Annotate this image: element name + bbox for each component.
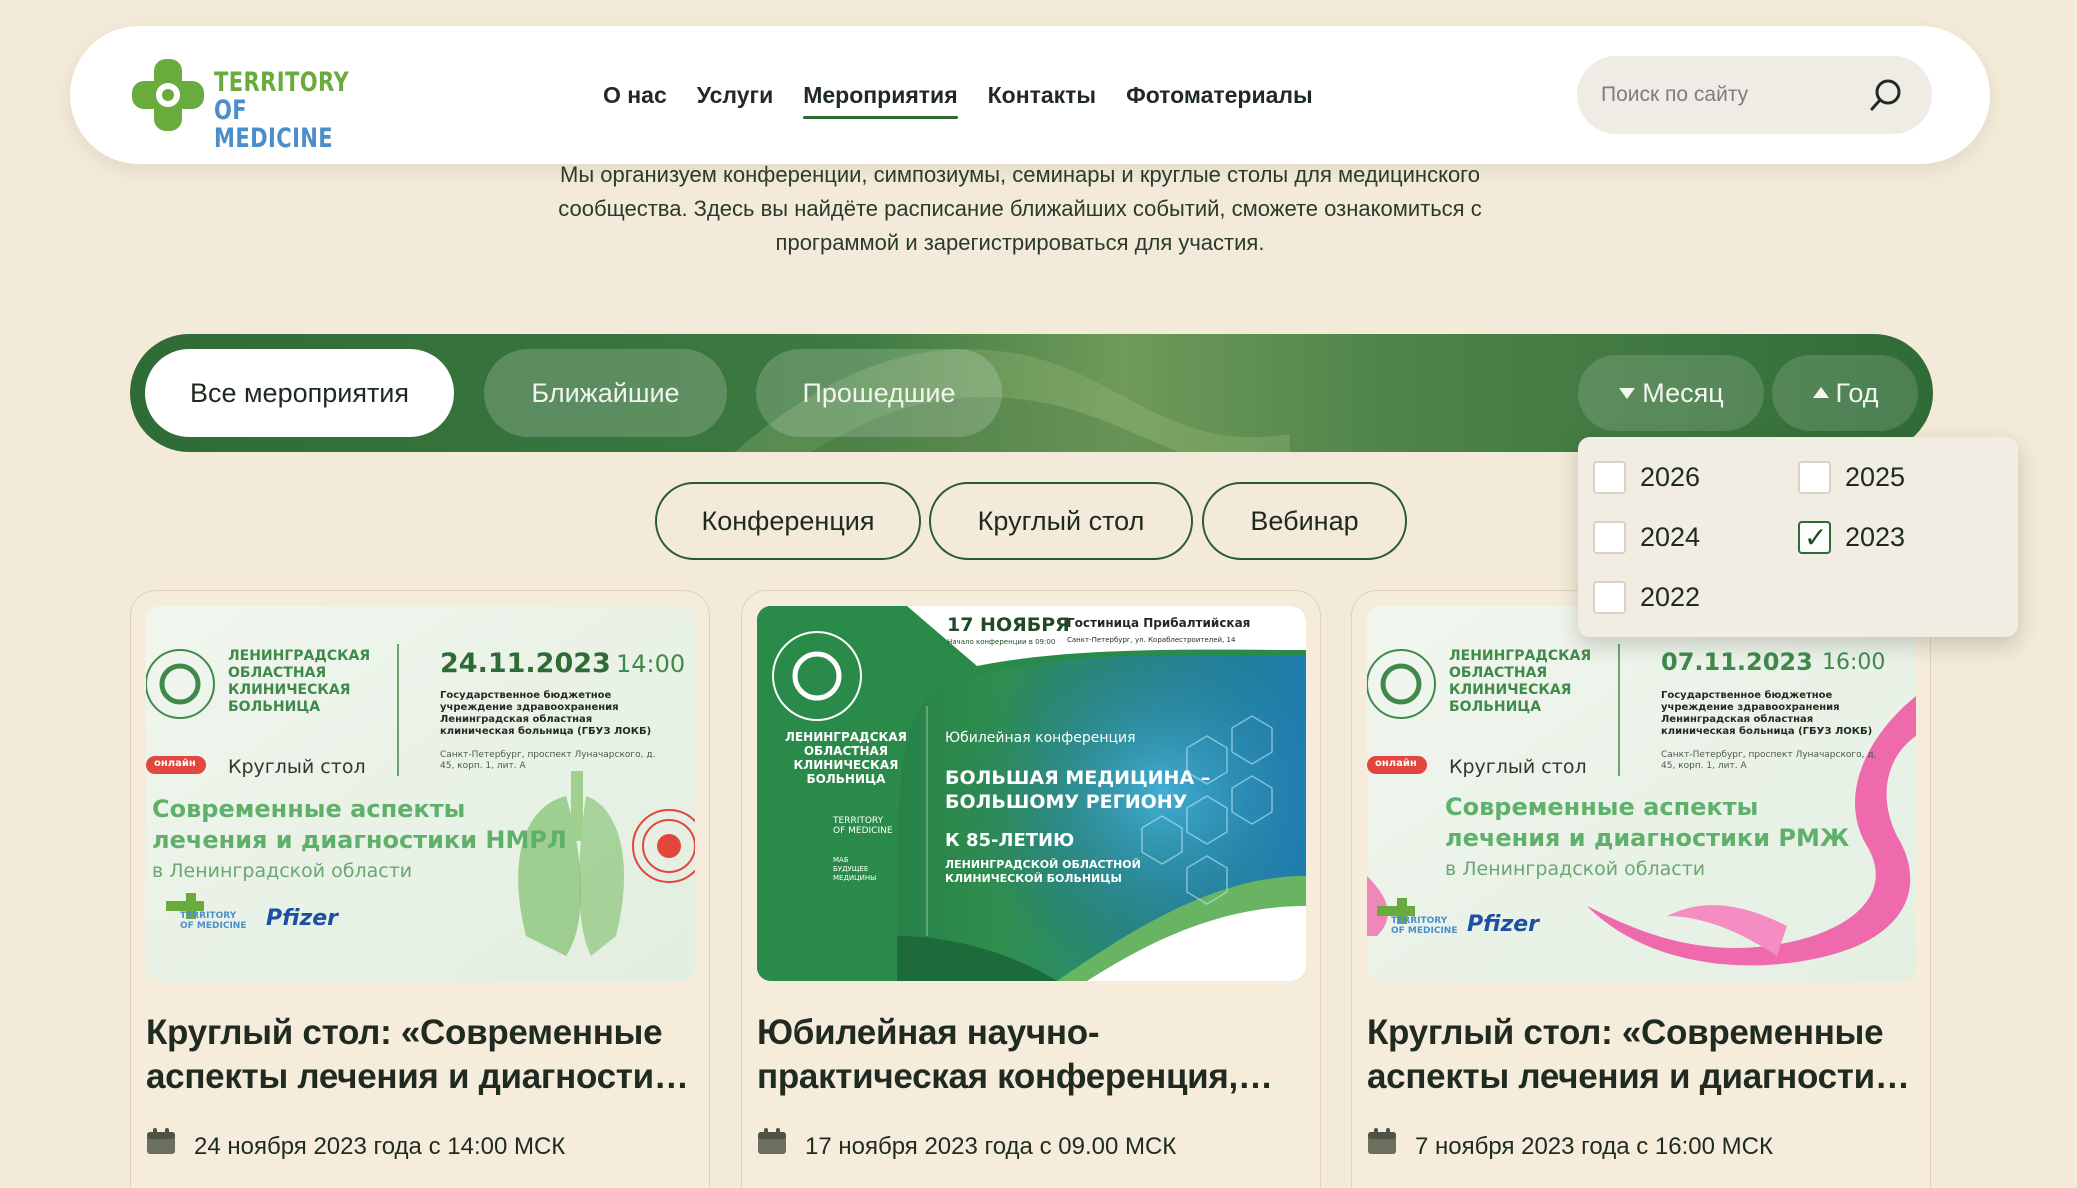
poster-region: в Ленинградской области — [1445, 858, 1706, 880]
year-option-2022[interactable]: 2022 — [1593, 577, 1700, 617]
poster-date: 24.11.2023 — [440, 648, 611, 679]
events-filter-bar: Все мероприятия Ближайшие Прошедшие Меся… — [130, 334, 1933, 452]
poster-org: ЛЕНИНГРАДСКАЯ ОБЛАСТНАЯ КЛИНИЧЕСКАЯ БОЛЬ… — [1449, 648, 1592, 715]
event-poster-image: ЛЕНИНГРАДСКАЯ ОБЛАСТНАЯ КЛИНИЧЕСКАЯ БОЛЬ… — [1367, 606, 1916, 981]
search-icon[interactable] — [1868, 77, 1904, 113]
site-header: TERRITORY OF MEDICINE О нас Услуги Мероп… — [70, 26, 1990, 164]
logo-line-2: OF MEDICINE — [214, 95, 334, 154]
nav-item-events[interactable]: Мероприятия — [803, 76, 958, 119]
calendar-icon — [1368, 1128, 1396, 1154]
poster-address: Санкт-Петербург, проспект Луначарского, … — [1661, 750, 1877, 771]
year-dropdown[interactable]: Год — [1772, 355, 1918, 431]
poster-sponsor-logo-text: Pfizer — [1467, 912, 1540, 937]
tab-past[interactable]: Прошедшие — [756, 349, 1002, 437]
event-card[interactable]: ЛЕНИНГРАДСКАЯ ОБЛАСТНАЯ КЛИНИЧЕСКАЯ БОЛЬ… — [1351, 590, 1931, 1188]
poster-partner-logo-text: TERRITORY OF MEDICINE — [833, 816, 893, 836]
poster-partner-logo-text: TERRITORY OF MEDICINE — [180, 911, 247, 931]
nav-item-contacts[interactable]: Контакты — [988, 76, 1096, 115]
year-option-2024[interactable]: 2024 — [1593, 517, 1700, 557]
poster-venue: Государственное бюджетное учреждение здр… — [1661, 690, 1873, 737]
event-poster-image: 17 НОЯБРЯ Начало конференции в 09:00 Гос… — [757, 606, 1306, 981]
poster-headline: Современные аспекты лечения и диагностик… — [152, 795, 567, 854]
triangle-down-icon — [1619, 388, 1636, 399]
year-dropdown-panel: 2026 2025 2024 2023 2022 — [1578, 437, 2018, 637]
poster-region: в Ленинградской области — [152, 860, 413, 882]
poster-top-start: Начало конференции в 09:00 — [947, 638, 1056, 646]
event-card-title[interactable]: Круглый стол: «Современные аспекты лечен… — [146, 1011, 696, 1099]
poster-top-venue: Гостиница Прибалтийская — [1067, 616, 1251, 630]
poster-online-badge: онлайн — [154, 758, 196, 769]
poster-partner2-logo-text: МАБ БУДУЩЕЕ МЕДИЦИНЫ — [833, 856, 877, 882]
event-card[interactable]: ЛЕНИНГРАДСКАЯ ОБЛАСТНАЯ КЛИНИЧЕСКАЯ БОЛЬ… — [130, 590, 710, 1188]
poster-time: 16:00 — [1822, 650, 1886, 675]
nav-item-photos[interactable]: Фотоматериалы — [1126, 76, 1313, 115]
poster-org: ЛЕНИНГРАДСКАЯ ОБЛАСТНАЯ КЛИНИЧЕСКАЯ БОЛЬ… — [785, 730, 907, 786]
poster-event-type: Круглый стол — [1449, 756, 1587, 778]
triangle-up-icon — [1812, 387, 1829, 398]
year-option-label: 2024 — [1640, 521, 1701, 552]
poster-top-address: Санкт-Петербург, ул. Кораблестроителей, … — [1067, 636, 1236, 644]
poster-headline: БОЛЬШАЯ МЕДИЦИНА – БОЛЬШОМУ РЕГИОНУ — [945, 767, 1211, 813]
category-chip-round-table[interactable]: Круглый стол — [929, 482, 1193, 560]
year-dropdown-label: Год — [1835, 377, 1879, 408]
nav-item-about[interactable]: О нас — [603, 76, 667, 115]
poster-kicker: Юбилейная конференция — [945, 730, 1136, 746]
category-chip-webinar[interactable]: Вебинар — [1202, 482, 1407, 560]
year-option-2023[interactable]: 2023 — [1798, 517, 1905, 557]
poster-org: ЛЕНИНГРАДСКАЯ ОБЛАСТНАЯ КЛИНИЧЕСКАЯ БОЛЬ… — [228, 648, 371, 715]
nav-item-services[interactable]: Услуги — [697, 76, 773, 115]
poster-address: Санкт-Петербург, проспект Луначарского, … — [440, 750, 656, 771]
calendar-icon — [758, 1128, 786, 1154]
event-card-date-text: 7 ноября 2023 года с 16:00 МСК — [1415, 1133, 1773, 1160]
poster-top-date: 17 НОЯБРЯ — [947, 614, 1070, 636]
year-option-2025[interactable]: 2025 — [1798, 457, 1905, 497]
month-dropdown-label: Месяц — [1642, 377, 1724, 408]
event-card-title[interactable]: Круглый стол: «Современные аспекты лечен… — [1367, 1011, 1917, 1099]
poster-headline: Современные аспекты лечения и диагностик… — [1445, 793, 1850, 852]
year-option-label: 2025 — [1845, 461, 1906, 492]
logo-wordmark: TERRITORY OF MEDICINE — [214, 69, 387, 153]
year-option-label: 2023 — [1845, 521, 1906, 552]
tab-all-events[interactable]: Все мероприятия — [145, 349, 454, 437]
poster-sub2: ЛЕНИНГРАДСКОЙ ОБЛАСТНОЙ КЛИНИЧЕСКОЙ БОЛЬ… — [945, 858, 1141, 885]
poster-event-type: Круглый стол — [228, 756, 366, 778]
month-dropdown[interactable]: Месяц — [1578, 355, 1764, 431]
medical-cross-logo-icon — [132, 59, 204, 131]
year-option-2026[interactable]: 2026 — [1593, 457, 1700, 497]
year-option-label: 2026 — [1640, 461, 1701, 492]
year-option-checkbox[interactable] — [1593, 580, 1626, 614]
poster-online-badge: онлайн — [1375, 758, 1417, 769]
year-option-label: 2022 — [1640, 581, 1701, 612]
category-chip-conference[interactable]: Конференция — [655, 482, 921, 560]
calendar-icon — [147, 1128, 175, 1154]
poster-venue: Государственное бюджетное учреждение здр… — [440, 690, 652, 737]
main-nav: О нас Услуги Мероприятия Контакты Фотома… — [603, 26, 1313, 164]
logo-line-1: TERRITORY — [214, 67, 350, 98]
year-option-checkbox[interactable] — [1798, 460, 1831, 494]
poster-sub1: К 85-ЛЕТИЮ — [945, 830, 1075, 851]
events-intro-text: Мы организуем конференции, симпозиумы, с… — [558, 162, 1482, 255]
poster-time: 14:00 — [616, 650, 686, 678]
year-option-checkbox[interactable] — [1593, 520, 1626, 554]
tab-upcoming[interactable]: Ближайшие — [484, 349, 727, 437]
event-card[interactable]: 17 НОЯБРЯ Начало конференции в 09:00 Гос… — [741, 590, 1321, 1188]
site-logo[interactable]: TERRITORY OF MEDICINE — [130, 57, 350, 153]
poster-date: 07.11.2023 — [1661, 648, 1813, 676]
search-input[interactable] — [1601, 56, 1871, 134]
poster-sponsor-logo-text: Pfizer — [266, 906, 339, 931]
event-card-title[interactable]: Юбилейная научно-практическая конференци… — [757, 1011, 1307, 1099]
event-card-date-text: 17 ноября 2023 года с 09.00 МСК — [805, 1133, 1177, 1160]
search-box — [1577, 56, 1932, 134]
poster-partner-logo-text: TERRITORY OF MEDICINE — [1391, 916, 1458, 936]
event-poster-image: ЛЕНИНГРАДСКАЯ ОБЛАСТНАЯ КЛИНИЧЕСКАЯ БОЛЬ… — [146, 606, 695, 981]
year-option-checkbox[interactable] — [1593, 460, 1626, 494]
year-option-checkbox[interactable] — [1798, 520, 1831, 554]
event-card-date-text: 24 ноября 2023 года с 14:00 МСК — [194, 1133, 566, 1160]
